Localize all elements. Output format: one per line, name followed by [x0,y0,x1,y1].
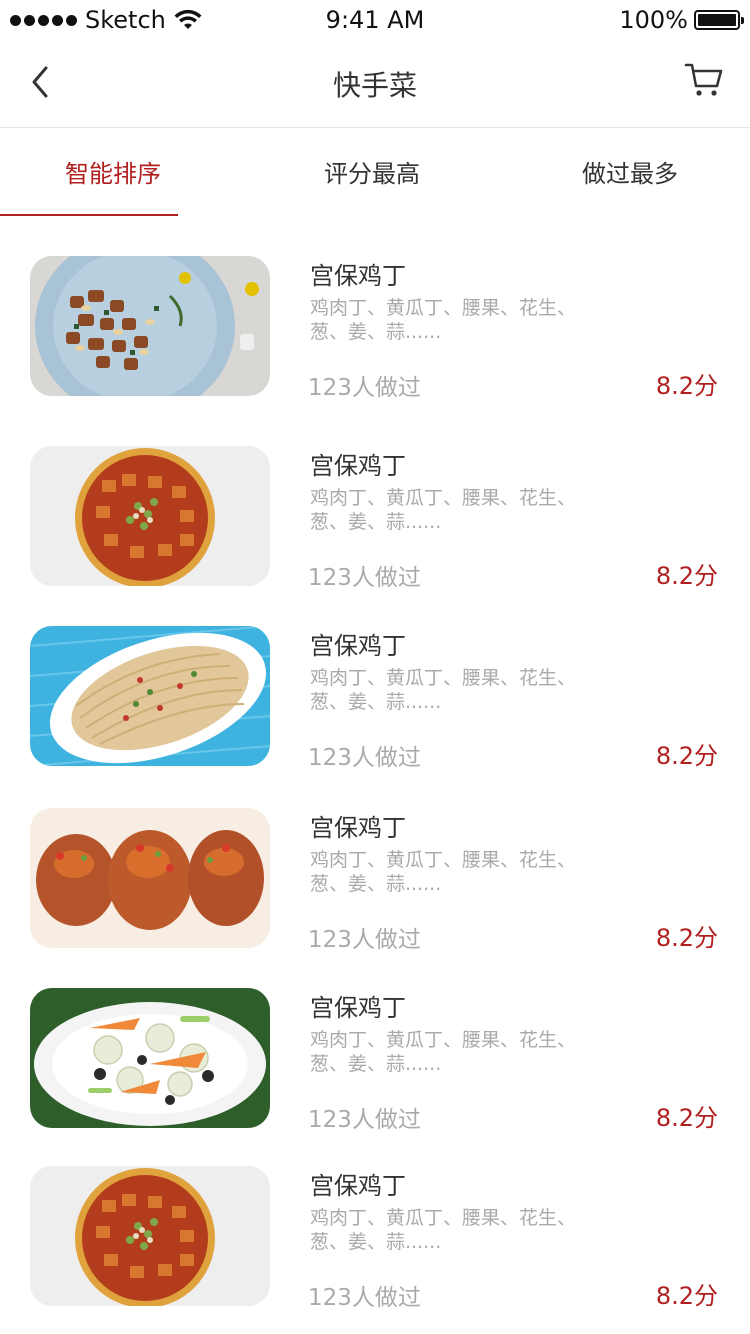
page-title: 快手菜 [332,69,417,102]
recipe-cook-count: 123人做过 [308,745,421,771]
recipe-image-lotus-stir-fry [30,988,270,1128]
recipe-title: 宫保鸡丁 [310,262,406,290]
recipe-score: 8.2分 [655,1282,718,1310]
recipe-score: 8.2分 [655,562,718,590]
recipe-ingredients: 鸡肉丁、黄瓜丁、腰果、花生、葱、姜、蒜...... [310,667,577,713]
recipe-cook-count: 123人做过 [308,927,421,953]
recipe-title: 宫保鸡丁 [310,814,406,842]
recipe-cook-count: 123人做过 [308,375,421,401]
recipe-title: 宫保鸡丁 [310,632,406,660]
active-tab-indicator [0,214,178,216]
recipe-ingredients: 鸡肉丁、黄瓜丁、腰果、花生、葱、姜、蒜...... [310,1029,577,1075]
recipe-image-noodles-plate [30,626,270,766]
sort-tabs: 智能排序 评分最高 做过最多 [0,128,750,216]
recipe-title: 宫保鸡丁 [310,452,406,480]
recipe-score: 8.2分 [655,742,718,770]
tab-most-cooked[interactable]: 做过最多 [505,128,750,216]
recipe-cook-count: 123人做过 [308,1107,421,1133]
recipe-item[interactable]: 宫保鸡丁 鸡肉丁、黄瓜丁、腰果、花生、葱、姜、蒜...... 123人做过 8.… [0,236,750,416]
recipe-item[interactable]: 宫保鸡丁 鸡肉丁、黄瓜丁、腰果、花生、葱、姜、蒜...... 123人做过 8.… [0,606,750,786]
tab-highest-rated[interactable]: 评分最高 [247,128,497,216]
recipe-score: 8.2分 [655,924,718,952]
status-bar: Sketch 9:41 AM 100% [0,0,750,40]
recipe-title: 宫保鸡丁 [310,1172,406,1200]
recipe-ingredients: 鸡肉丁、黄瓜丁、腰果、花生、葱、姜、蒜...... [310,1207,577,1253]
recipe-image-mapo-tofu-bowl [30,446,270,586]
cart-icon[interactable] [684,60,724,100]
battery-icon [694,10,744,30]
recipe-score: 8.2分 [655,372,718,400]
recipe-score: 8.2分 [655,1104,718,1132]
recipe-image-chicken-wings [30,808,270,948]
tab-smart-sort[interactable]: 智能排序 [0,128,238,216]
recipe-cook-count: 123人做过 [308,1285,421,1311]
recipe-item[interactable]: 宫保鸡丁 鸡肉丁、黄瓜丁、腰果、花生、葱、姜、蒜...... 123人做过 8.… [0,968,750,1148]
recipe-item[interactable]: 宫保鸡丁 鸡肉丁、黄瓜丁、腰果、花生、葱、姜、蒜...... 123人做过 8.… [0,788,750,968]
recipe-ingredients: 鸡肉丁、黄瓜丁、腰果、花生、葱、姜、蒜...... [310,297,577,343]
recipe-ingredients: 鸡肉丁、黄瓜丁、腰果、花生、葱、姜、蒜...... [310,487,577,533]
recipe-image-mapo-tofu-bowl [30,1166,270,1306]
recipe-item[interactable]: 宫保鸡丁 鸡肉丁、黄瓜丁、腰果、花生、葱、姜、蒜...... 123人做过 8.… [0,1146,750,1326]
battery-percent: 100% [619,6,688,34]
recipe-cook-count: 123人做过 [308,565,421,591]
recipe-ingredients: 鸡肉丁、黄瓜丁、腰果、花生、葱、姜、蒜...... [310,849,577,895]
recipe-title: 宫保鸡丁 [310,994,406,1022]
nav-bar: 快手菜 [0,40,750,128]
recipe-image-kungpao-chicken [30,256,270,396]
recipe-item[interactable]: 宫保鸡丁 鸡肉丁、黄瓜丁、腰果、花生、葱、姜、蒜...... 123人做过 8.… [0,426,750,606]
status-right: 100% [619,6,744,34]
